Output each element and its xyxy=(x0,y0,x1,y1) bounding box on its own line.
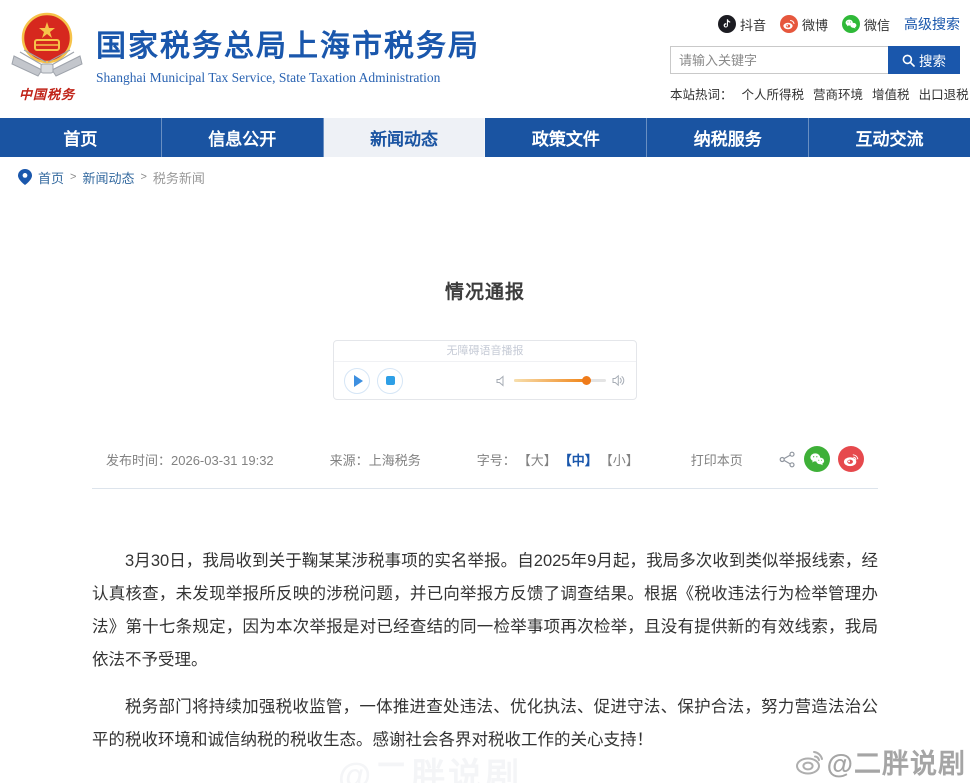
main-nav: 首页 信息公开 新闻动态 政策文件 纳税服务 互动交流 xyxy=(0,118,970,157)
header-right: 抖音 微博 微信 高级搜索 请输入关键字 搜索 本站热词： 个人所得税 营商环境… xyxy=(670,14,969,103)
volume-high-icon xyxy=(612,374,626,387)
audio-player-controls xyxy=(334,362,636,399)
douyin-link[interactable]: 抖音 xyxy=(717,15,766,34)
wechat-link[interactable]: 微信 xyxy=(841,15,890,34)
breadcrumb-home[interactable]: 首页 xyxy=(38,168,64,187)
douyin-icon xyxy=(717,15,736,33)
share-icon[interactable] xyxy=(779,451,796,468)
print-page-link[interactable]: 打印本页 xyxy=(691,450,743,469)
font-size-medium[interactable]: 【中】 xyxy=(559,450,598,469)
breadcrumb-separator: > xyxy=(70,171,77,183)
douyin-label: 抖音 xyxy=(739,17,766,33)
audio-player-caption: 无障碍语音播报 xyxy=(334,341,636,362)
article-paragraph: 3月30日，我局收到关于鞠某某涉税事项的实名举报。自2025年9月起，我局多次收… xyxy=(92,552,878,669)
stop-button[interactable] xyxy=(377,367,403,394)
share-wechat-icon[interactable] xyxy=(804,446,830,472)
hot-words: 本站热词： 个人所得税 营商环境 增值税 出口退税 xyxy=(670,84,969,103)
logo-caption: 中国税务 xyxy=(18,87,75,102)
breadcrumb: 首页 > 新闻动态 > 税务新闻 xyxy=(0,157,970,197)
search-bar: 搜索 xyxy=(670,46,960,74)
wechat-label: 微信 xyxy=(863,17,890,33)
nav-item-info-disclosure[interactable]: 信息公开 xyxy=(162,118,324,157)
breadcrumb-separator: > xyxy=(140,171,147,183)
social-row: 抖音 微博 微信 高级搜索 xyxy=(670,14,960,34)
site-header: 中国税务 国家税务总局上海市税务局 Shanghai Municipal Tax… xyxy=(0,0,970,118)
nav-item-policy[interactable]: 政策文件 xyxy=(485,118,648,157)
location-pin-icon xyxy=(18,169,32,185)
article-title: 情况通报 xyxy=(444,282,525,303)
play-button[interactable] xyxy=(344,367,370,394)
audio-player: 无障碍语音播报 xyxy=(333,340,637,400)
volume-slider[interactable] xyxy=(514,376,606,385)
tax-emblem-icon xyxy=(8,12,86,86)
article-paragraph: 税务部门将持续加强税收监管，一体推进查处违法、优化执法、促进守法、保护合法，努力… xyxy=(92,698,878,749)
font-size-switcher: 字号： 【大】 【中】 【小】 xyxy=(477,450,639,469)
search-input[interactable] xyxy=(670,46,888,74)
share-weibo-icon[interactable] xyxy=(838,446,864,472)
article-meta: 发布时间：2026-03-31 19:32 来源：上海税务 字号： 【大】 【中… xyxy=(92,446,878,489)
publish-time: 发布时间：2026-03-31 19:32 xyxy=(106,452,274,468)
volume-low-icon xyxy=(496,374,508,387)
hot-word-link[interactable]: 增值税 xyxy=(872,84,910,103)
breadcrumb-news[interactable]: 新闻动态 xyxy=(82,168,134,187)
site-titles: 国家税务总局上海市税务局 Shanghai Municipal Tax Serv… xyxy=(96,30,480,86)
article: 情况通报 无障碍语音播报 发布时间：2026-03-31 19:32 来源：上海… xyxy=(0,277,970,783)
hot-words-label: 本站热词： xyxy=(670,88,733,102)
hot-word-link[interactable]: 出口退税 xyxy=(919,84,969,103)
weibo-icon xyxy=(779,15,798,33)
search-button-label: 搜索 xyxy=(919,54,946,69)
page: 中国税务 国家税务总局上海市税务局 Shanghai Municipal Tax… xyxy=(0,0,970,783)
font-size-large[interactable]: 【大】 xyxy=(518,450,557,469)
volume-thumb[interactable] xyxy=(581,376,591,385)
nav-item-news[interactable]: 新闻动态 xyxy=(323,118,486,157)
site-title: 国家税务总局上海市税务局 xyxy=(96,30,480,63)
site-subtitle: Shanghai Municipal Tax Service, State Ta… xyxy=(96,70,441,85)
weibo-link[interactable]: 微博 xyxy=(779,15,828,34)
share-group xyxy=(779,446,864,472)
article-source: 来源：上海税务 xyxy=(329,452,421,468)
stop-icon xyxy=(385,376,395,385)
wechat-icon xyxy=(841,15,860,33)
hot-word-link[interactable]: 个人所得税 xyxy=(742,84,805,103)
font-size-small[interactable]: 【小】 xyxy=(600,450,639,469)
volume-fill xyxy=(514,379,586,382)
breadcrumb-current: 税务新闻 xyxy=(152,170,205,186)
font-size-label: 字号： xyxy=(476,452,516,468)
search-icon xyxy=(902,54,915,67)
advanced-search-link[interactable]: 高级搜索 xyxy=(904,14,960,34)
nav-item-tax-service[interactable]: 纳税服务 xyxy=(647,118,810,157)
volume-control xyxy=(496,374,626,387)
hot-word-link[interactable]: 营商环境 xyxy=(813,84,863,103)
nav-item-interaction[interactable]: 互动交流 xyxy=(809,118,970,157)
play-icon xyxy=(353,374,363,387)
weibo-label: 微博 xyxy=(801,17,828,33)
nav-item-home[interactable]: 首页 xyxy=(0,118,162,157)
site-logo: 中国税务 xyxy=(8,12,86,103)
search-button[interactable]: 搜索 xyxy=(888,46,960,74)
